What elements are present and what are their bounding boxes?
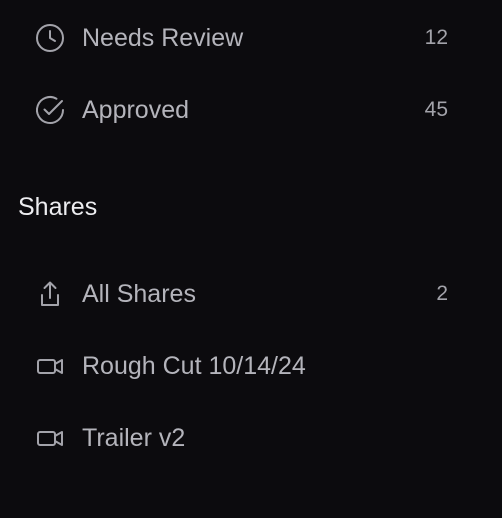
sidebar-item-label: Rough Cut 10/14/24: [82, 351, 306, 380]
share-upload-icon: [34, 278, 66, 310]
sidebar-item-label: Trailer v2: [82, 423, 186, 452]
sidebar-item-approved[interactable]: Approved 45: [22, 82, 464, 138]
video-camera-icon: [34, 350, 66, 382]
section-heading-shares: Shares: [18, 193, 98, 221]
sidebar-item-label: Needs Review: [82, 23, 244, 52]
sidebar-item-trailer[interactable]: Trailer v2: [22, 410, 464, 466]
sidebar-item-label: Approved: [82, 95, 190, 124]
sidebar-item-all-shares[interactable]: All Shares 2: [22, 266, 464, 322]
sidebar-item-rough-cut[interactable]: Rough Cut 10/14/24: [22, 338, 464, 394]
sidebar-item-label: All Shares: [82, 279, 196, 308]
clock-icon: [34, 22, 66, 54]
item-count: 2: [436, 282, 448, 305]
check-circle-icon: [34, 94, 66, 126]
sidebar-item-needs-review[interactable]: Needs Review 12: [22, 10, 464, 66]
item-count: 12: [424, 26, 448, 49]
video-camera-icon: [34, 422, 66, 454]
item-count: 45: [424, 98, 448, 121]
sidebar: Needs Review 12 Approved 45 Shares All S…: [0, 0, 502, 518]
